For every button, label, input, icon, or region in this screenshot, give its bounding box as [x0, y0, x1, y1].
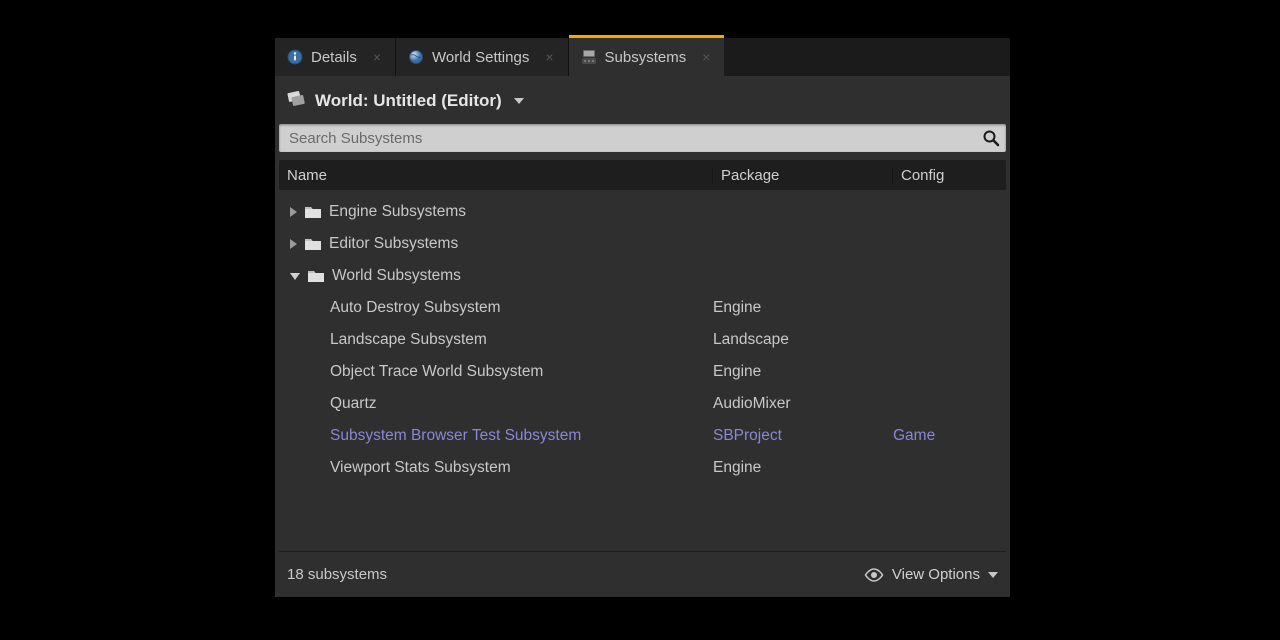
tree-group[interactable]: Engine Subsystems	[279, 196, 1006, 228]
item-name: Viewport Stats Subsystem	[330, 459, 511, 477]
search-icon	[982, 129, 1000, 147]
column-package[interactable]: Package	[713, 167, 893, 184]
tab-label: Details	[311, 49, 357, 66]
tree-item[interactable]: Landscape Subsystem Landscape	[279, 324, 1006, 356]
item-package: AudioMixer	[713, 395, 893, 413]
tree-item[interactable]: Auto Destroy Subsystem Engine	[279, 292, 1006, 324]
group-label: Engine Subsystems	[329, 203, 466, 221]
tab-label: World Settings	[432, 49, 529, 66]
tab-bar-filler	[724, 38, 1010, 76]
search-box[interactable]	[279, 124, 1006, 152]
item-package: Engine	[713, 363, 893, 381]
tab-world-settings[interactable]: World Settings ×	[395, 38, 567, 76]
view-options-label: View Options	[892, 566, 980, 583]
folder-icon	[307, 269, 325, 283]
tree-group[interactable]: World Subsystems	[279, 260, 1006, 292]
tab-subsystems[interactable]: Subsystems ×	[568, 38, 725, 76]
group-label: World Subsystems	[332, 267, 461, 285]
subsystems-tree: Engine Subsystems Editor Subsystems World …	[279, 190, 1006, 484]
panel-header[interactable]: World: Untitled (Editor)	[275, 76, 1010, 124]
item-name: Landscape Subsystem	[330, 331, 487, 349]
item-package: Engine	[713, 459, 893, 477]
disclosure-icon[interactable]	[290, 239, 297, 249]
tab-details[interactable]: Details ×	[275, 38, 395, 76]
tree-item[interactable]: Object Trace World Subsystem Engine	[279, 356, 1006, 388]
close-icon[interactable]: ×	[369, 49, 385, 65]
tree-item[interactable]: Viewport Stats Subsystem Engine	[279, 452, 1006, 484]
item-package: Engine	[713, 299, 893, 317]
item-name: Subsystem Browser Test Subsystem	[330, 427, 581, 445]
close-icon[interactable]: ×	[541, 49, 557, 65]
tree-group[interactable]: Editor Subsystems	[279, 228, 1006, 260]
tab-label: Subsystems	[605, 49, 687, 66]
view-options[interactable]: View Options	[864, 566, 998, 583]
folder-icon	[304, 237, 322, 251]
item-package: SBProject	[713, 427, 893, 445]
item-name: Object Trace World Subsystem	[330, 363, 543, 381]
item-name: Quartz	[330, 395, 377, 413]
column-config[interactable]: Config	[893, 167, 1006, 184]
world-title: World: Untitled (Editor)	[315, 91, 502, 111]
item-name: Auto Destroy Subsystem	[330, 299, 501, 317]
tree-item[interactable]: Quartz AudioMixer	[279, 388, 1006, 420]
folder-icon	[304, 205, 322, 219]
item-count: 18 subsystems	[287, 566, 387, 583]
item-package: Landscape	[713, 331, 893, 349]
column-headers: Name Package Config	[279, 160, 1006, 190]
search-input[interactable]	[289, 130, 982, 147]
chevron-down-icon	[988, 572, 998, 578]
panel-footer: 18 subsystems View Options	[279, 551, 1006, 597]
disclosure-icon[interactable]	[290, 273, 300, 280]
subsystems-panel: Details × World Settings × Subsystems × …	[275, 38, 1010, 597]
tab-bar: Details × World Settings × Subsystems ×	[275, 38, 1010, 76]
eye-icon	[864, 568, 884, 582]
world-icon	[285, 88, 307, 114]
chevron-down-icon	[514, 98, 524, 104]
column-name[interactable]: Name	[279, 167, 713, 184]
subsystems-icon	[581, 49, 597, 65]
group-label: Editor Subsystems	[329, 235, 458, 253]
globe-icon	[408, 49, 424, 65]
disclosure-icon[interactable]	[290, 207, 297, 217]
item-config: Game	[893, 427, 1006, 445]
tree-item[interactable]: Subsystem Browser Test Subsystem SBProjec…	[279, 420, 1006, 452]
info-icon	[287, 49, 303, 65]
close-icon[interactable]: ×	[698, 49, 714, 65]
